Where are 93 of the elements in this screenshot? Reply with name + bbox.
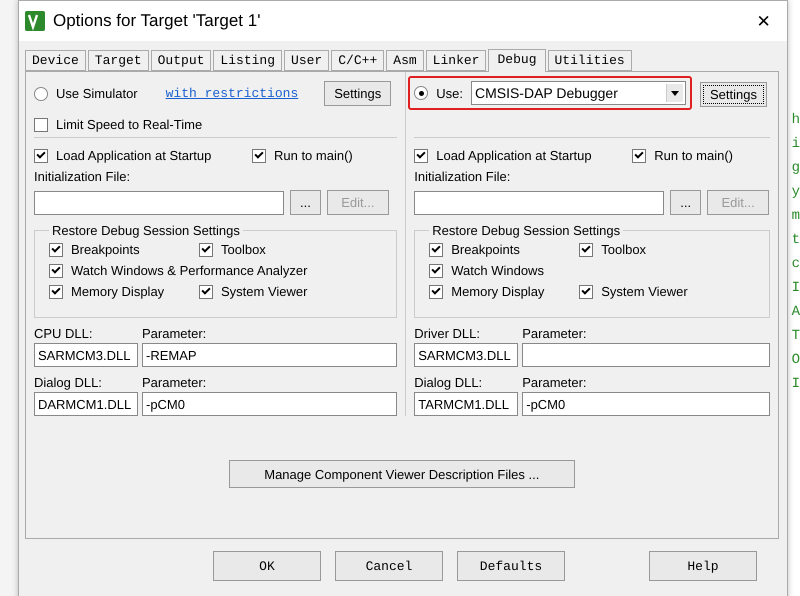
checkbox-label: Watch Windows (451, 263, 544, 278)
field-label: Parameter: (522, 326, 588, 341)
parameter-field[interactable]: -REMAP (142, 343, 398, 367)
code-fragment: g (792, 160, 800, 176)
code-fragment: c (792, 256, 800, 272)
radio-label: Use: (436, 86, 463, 100)
checkbox-label: Run to main() (654, 148, 733, 163)
field-label: Dialog DLL: (414, 375, 484, 390)
tab[interactable]: C/C++ (331, 50, 384, 71)
radio-button[interactable] (34, 86, 48, 100)
dll-field[interactable]: TARMCM1.DLL (414, 392, 518, 416)
tab[interactable]: Debug (488, 49, 546, 72)
checkbox[interactable] (579, 284, 594, 298)
dll-field[interactable]: SARMCM3.DLL (34, 343, 138, 367)
code-fragment: m (792, 208, 800, 224)
checkbox-label: Memory Display (70, 284, 164, 299)
field-label: Parameter: (142, 326, 208, 341)
code-fragment: T (792, 328, 800, 344)
checkbox-label: Toolbox (220, 242, 266, 257)
checkbox-label: Breakpoints (451, 242, 520, 257)
checkbox[interactable] (48, 284, 63, 298)
checkbox[interactable] (198, 242, 213, 256)
checkbox[interactable] (48, 242, 63, 256)
checkbox[interactable] (632, 148, 646, 162)
manage-files-button[interactable]: Manage Component Viewer Description Files ... (228, 460, 575, 488)
radio-label: Use Simulator (56, 86, 138, 101)
dll-field[interactable]: SARMCM3.DLL (414, 343, 518, 367)
field-label: Initialization File: (414, 169, 512, 184)
checkbox-label: Load Application at Startup (56, 148, 212, 163)
parameter-field[interactable] (522, 343, 770, 367)
field-label: Parameter: (522, 375, 588, 390)
field-label: Dialog DLL: (34, 375, 103, 390)
init-file-field[interactable] (34, 190, 284, 214)
window-title: Options for Target 'Target 1' (52, 11, 262, 31)
tab[interactable]: Output (150, 50, 212, 71)
field-label: CPU DLL: (34, 326, 94, 341)
checkbox[interactable] (414, 148, 428, 162)
code-fragment: t (792, 232, 800, 248)
field-label: Parameter: (142, 375, 208, 390)
checkbox-label: Breakpoints (70, 242, 140, 257)
code-fragment: I (792, 280, 800, 296)
checkbox[interactable] (48, 264, 63, 278)
dialog-button[interactable]: Defaults (456, 551, 565, 581)
dialog-button[interactable]: OK (212, 551, 321, 581)
browse-button[interactable]: ... (290, 190, 321, 215)
checkbox-label: Memory Display (451, 284, 544, 299)
checkbox-label: Run to main() (274, 148, 353, 163)
parameter-field[interactable]: -pCM0 (522, 392, 770, 416)
checkbox[interactable] (429, 242, 444, 256)
debugger-dropdown[interactable]: CMSIS-DAP Debugger (470, 81, 686, 105)
checkbox[interactable] (34, 148, 48, 162)
dialog-button[interactable]: Cancel (334, 551, 443, 581)
checkbox-label: System Viewer (220, 284, 308, 299)
field-label: Initialization File: (34, 169, 132, 184)
checkbox[interactable] (579, 242, 594, 256)
code-fragment: i (792, 136, 800, 152)
settings-button[interactable]: Settings (700, 82, 767, 106)
caret-icon (666, 84, 683, 102)
app-logo-icon (24, 11, 45, 31)
browse-button[interactable]: ... (670, 190, 702, 215)
tab[interactable]: Target (88, 50, 149, 71)
parameter-field[interactable]: -pCM0 (142, 392, 398, 416)
group-title: Restore Debug Session Settings (50, 223, 241, 238)
tab[interactable]: Asm (386, 50, 424, 71)
tab[interactable]: User (284, 50, 330, 71)
field-label: Driver DLL: (414, 326, 481, 341)
dialog-button[interactable]: Help (648, 551, 757, 581)
checkbox-label: Toolbox (601, 242, 646, 257)
checkbox[interactable] (429, 284, 444, 298)
tab[interactable]: Utilities (548, 50, 632, 71)
code-fragment: I (792, 376, 800, 392)
code-fragment: y (792, 184, 800, 200)
radio-button[interactable] (414, 86, 428, 100)
checkbox-label: Limit Speed to Real-Time (56, 117, 202, 132)
checkbox-label: Load Application at Startup (436, 148, 592, 163)
checkbox-label: Watch Windows & Performance Analyzer (70, 263, 308, 278)
checkbox[interactable] (252, 148, 266, 162)
checkbox[interactable] (198, 284, 213, 298)
checkbox[interactable] (429, 264, 444, 278)
code-fragment: O (792, 352, 800, 368)
init-file-field[interactable] (414, 190, 664, 214)
tab[interactable]: Device (24, 50, 86, 71)
code-fragment: h (792, 112, 800, 128)
settings-button[interactable]: Settings (324, 81, 392, 106)
code-fragment: A (792, 304, 800, 320)
dll-field[interactable]: DARMCM1.DLL (34, 392, 138, 416)
tab[interactable]: Linker (426, 50, 486, 71)
group-title: Restore Debug Session Settings (431, 223, 622, 238)
checkbox[interactable] (34, 118, 48, 132)
tab[interactable]: Listing (213, 50, 282, 71)
restrictions-link[interactable]: with restrictions (166, 86, 298, 101)
close-button[interactable]: ✕ (740, 1, 787, 41)
checkbox-label: System Viewer (601, 284, 688, 299)
